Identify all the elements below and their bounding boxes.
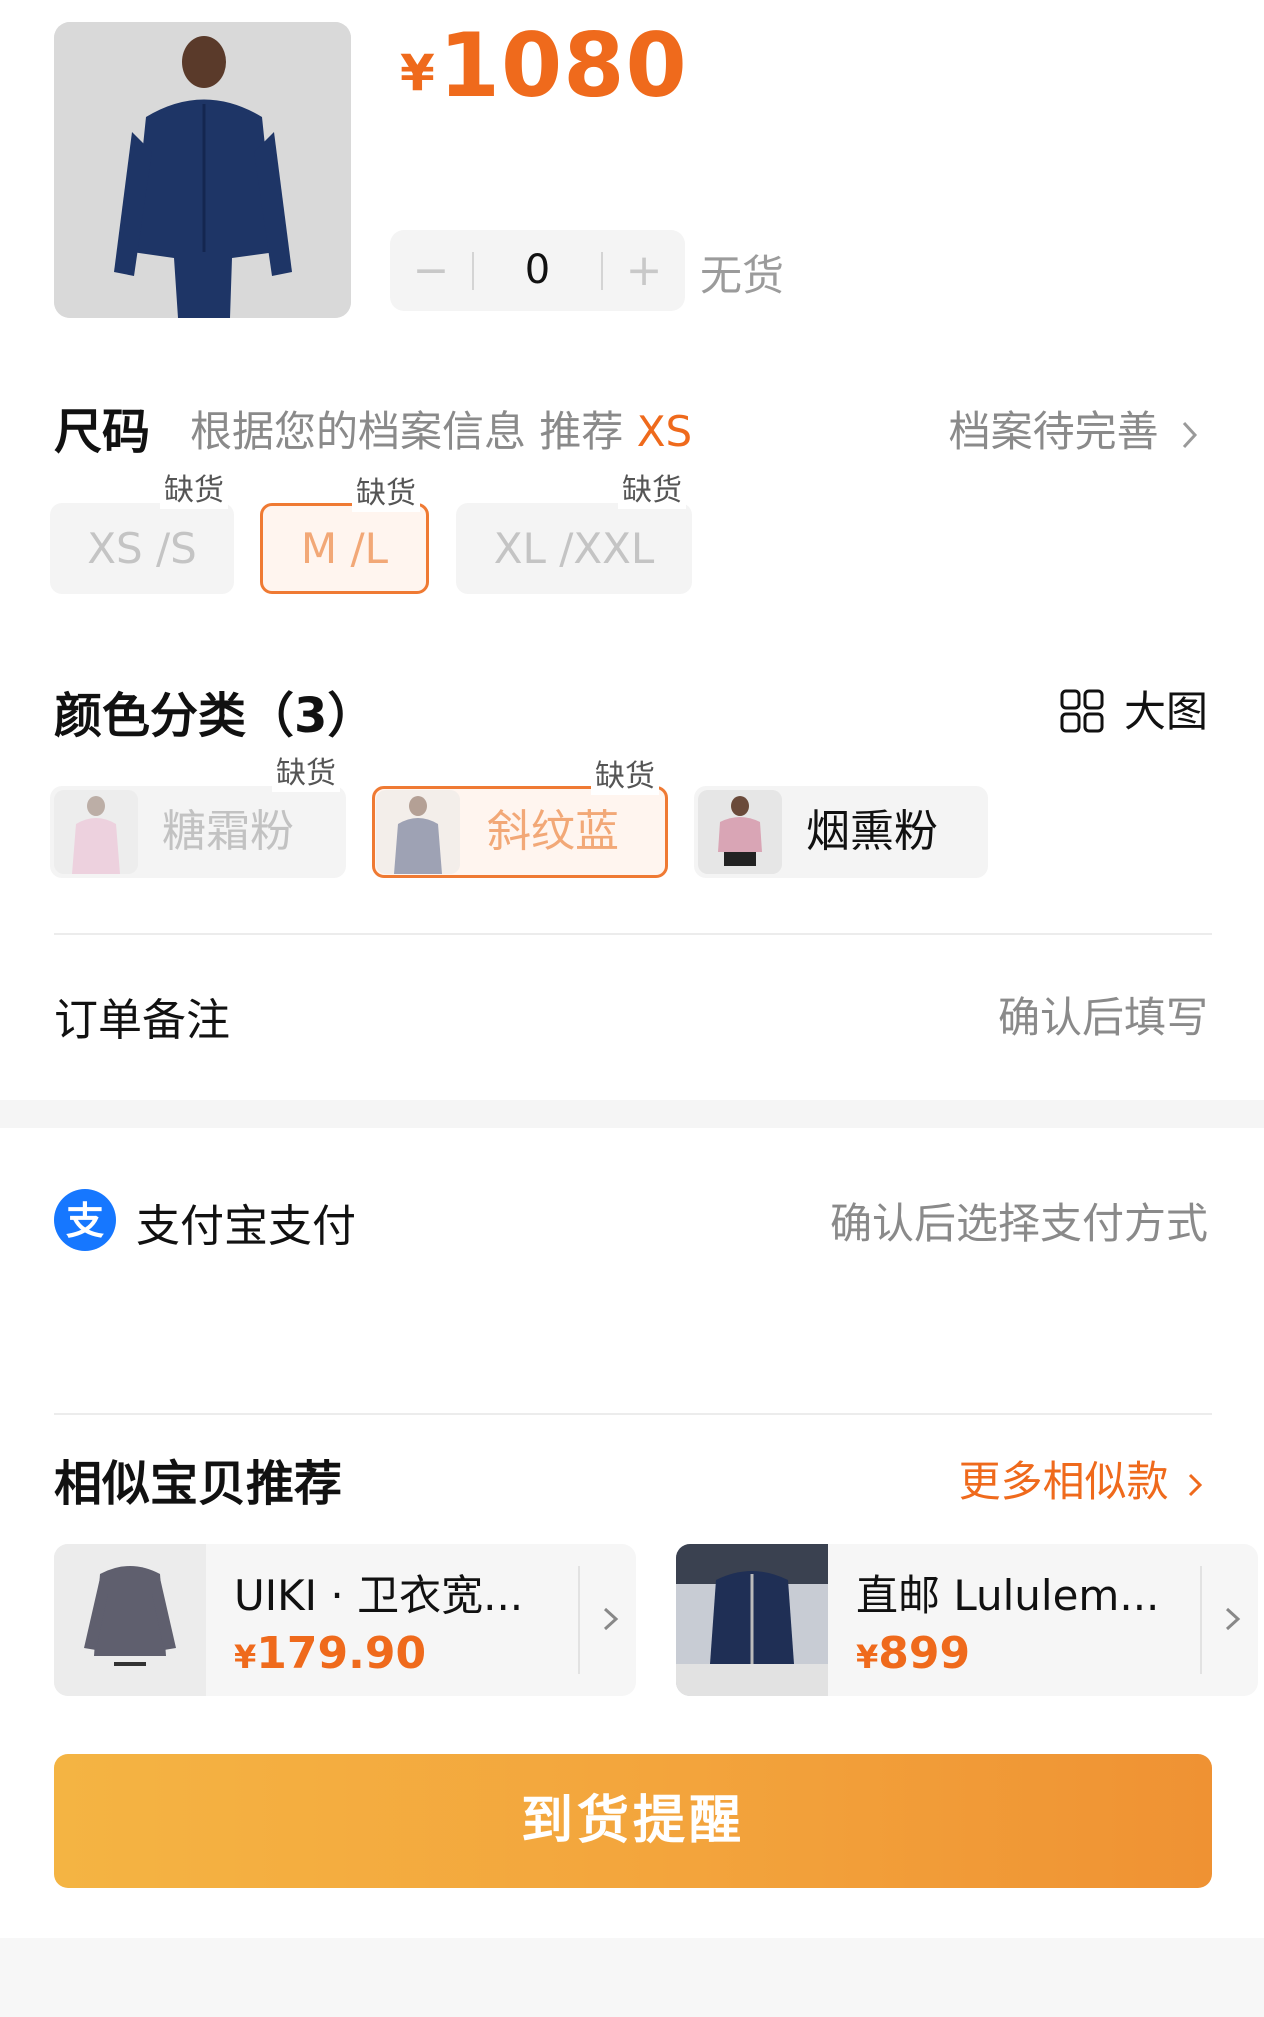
size-option-label: M /L: [300, 524, 389, 573]
section-divider: [54, 933, 1212, 935]
color-title: 颜色分类（3）: [54, 688, 376, 744]
out-of-stock-badge: 缺货: [618, 473, 686, 509]
similar-item-price: ¥899: [856, 1628, 970, 1679]
price-value: 179.90: [256, 1628, 427, 1679]
color-thumbnail: [54, 790, 138, 874]
out-of-stock-badge: 缺货: [352, 476, 420, 512]
color-option-label: 糖霜粉: [162, 806, 294, 857]
size-option-m-l[interactable]: M /L 缺货: [260, 476, 429, 594]
similar-item-image: [54, 1544, 206, 1696]
profile-link-label: 档案待完善: [948, 407, 1159, 456]
size-hint-text: 根据您的档案信息 推荐: [190, 407, 624, 456]
price-value: 1080: [438, 14, 688, 117]
svg-text:支: 支: [66, 1199, 104, 1243]
similar-item-image: [676, 1544, 828, 1696]
color-option-twill-blue[interactable]: 斜纹蓝 缺货: [372, 759, 668, 878]
order-note-value[interactable]: 确认后填写: [998, 984, 1208, 1045]
decrement-button[interactable]: −: [390, 230, 472, 311]
big-image-label: 大图: [1123, 687, 1208, 736]
similar-item-card[interactable]: UIKI · 卫衣宽... ¥179.90: [54, 1544, 636, 1696]
color-option-frosting-pink[interactable]: 糖霜粉 缺货: [50, 756, 346, 878]
more-similar-link[interactable]: 更多相似款: [959, 1448, 1204, 1509]
product-image[interactable]: [54, 22, 351, 318]
color-thumbnail: [698, 790, 782, 874]
chevron-right-icon: [1182, 421, 1198, 448]
grid-icon: [1060, 689, 1104, 732]
profile-incomplete-link[interactable]: 档案待完善: [949, 398, 1200, 459]
currency-symbol: ¥: [400, 44, 435, 102]
size-option-xl-xxl[interactable]: XL /XXL 缺货: [456, 473, 692, 594]
quantity-input[interactable]: 0: [474, 230, 601, 311]
more-similar-label: 更多相似款: [958, 1457, 1169, 1506]
currency-symbol: ¥: [856, 1638, 879, 1676]
chevron-right-icon: [1188, 1473, 1203, 1496]
bottom-safe-area: [0, 1938, 1264, 2017]
size-recommendation: 根据您的档案信息 推荐 XS: [190, 398, 692, 459]
color-option-label: 斜纹蓝: [487, 806, 619, 857]
color-option-label: 烟熏粉: [806, 806, 938, 857]
increment-button[interactable]: +: [603, 230, 685, 311]
payment-method-value[interactable]: 确认后选择支付方式: [830, 1190, 1208, 1251]
out-of-stock-badge: 缺货: [272, 756, 340, 792]
card-divider: [1200, 1566, 1202, 1674]
chevron-right-icon: [1225, 1607, 1241, 1631]
color-option-smoky-pink[interactable]: 烟熏粉: [694, 786, 988, 878]
out-of-stock-badge: 缺货: [591, 759, 659, 795]
size-option-label: XL /XXL: [493, 524, 655, 573]
similar-item-title: 直邮 Lululem...: [856, 1571, 1160, 1620]
similar-item-price: ¥179.90: [234, 1628, 426, 1679]
quantity-stepper: − 0 +: [390, 230, 685, 311]
similar-item-title: UIKI · 卫衣宽...: [234, 1571, 524, 1620]
alipay-icon: 支: [54, 1189, 116, 1251]
color-thumbnail: [376, 790, 460, 874]
product-price: ¥1080: [400, 14, 688, 117]
size-option-label: XS /S: [87, 524, 197, 573]
order-note-label: 订单备注: [54, 995, 230, 1046]
stock-status: 无货: [700, 251, 785, 300]
recommended-size: XS: [636, 407, 693, 456]
restock-notify-button[interactable]: 到货提醒: [54, 1754, 1212, 1888]
chevron-right-icon: [603, 1607, 619, 1631]
size-title: 尺码: [54, 404, 151, 460]
similar-items-title: 相似宝贝推荐: [54, 1456, 343, 1512]
card-divider: [578, 1566, 580, 1674]
section-gap: [0, 1100, 1264, 1128]
currency-symbol: ¥: [234, 1638, 257, 1676]
section-divider: [54, 1413, 1212, 1415]
similar-item-card[interactable]: 直邮 Lululem... ¥899: [676, 1544, 1258, 1696]
big-image-toggle[interactable]: 大图: [1060, 678, 1208, 739]
size-option-xs-s[interactable]: XS /S 缺货: [50, 473, 234, 594]
payment-method-label: 支付宝支付: [136, 1201, 356, 1252]
price-value: 899: [878, 1628, 971, 1679]
out-of-stock-badge: 缺货: [160, 473, 228, 509]
